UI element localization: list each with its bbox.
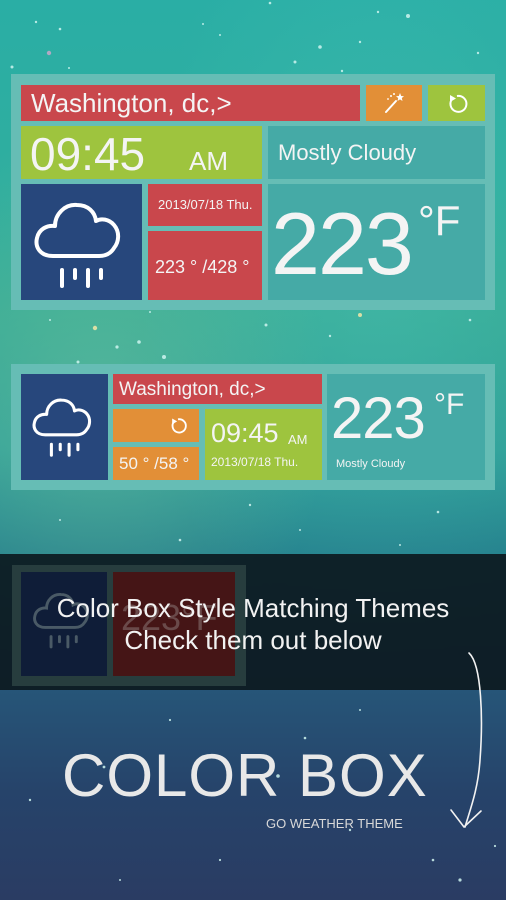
refresh-icon — [449, 94, 468, 113]
cloud-rain-icon — [32, 398, 92, 457]
time-tile[interactable]: 09:45 AM — [21, 126, 262, 179]
time-value: 09:45 — [30, 128, 146, 179]
condition-label: Mostly Cloudy — [278, 140, 417, 165]
refresh-button[interactable] — [428, 85, 485, 121]
time-ampm: AM — [189, 146, 228, 176]
small-weather-icon-tile[interactable] — [21, 374, 108, 480]
theme-button[interactable] — [366, 85, 422, 121]
temperature-unit: °F — [418, 197, 461, 244]
small-date-label: 2013/07/18 Thu. — [211, 455, 299, 469]
low-high-tile: 223 ° /428 ° — [148, 231, 262, 300]
refresh-icon — [171, 418, 187, 434]
small-location-label: Washington, dc,> — [119, 379, 266, 400]
banner-line-1: Color Box Style Matching Themes — [56, 593, 450, 623]
low-high-label: 223 ° /428 ° — [155, 257, 250, 277]
footer-title: COLOR BOX — [62, 742, 428, 809]
condition-tile: Mostly Cloudy — [268, 126, 485, 179]
small-temperature-tile: 223 °F Mostly Cloudy — [327, 374, 485, 480]
footer-subtitle: GO WEATHER THEME — [266, 816, 403, 831]
date-tile: 2013/07/18 Thu. — [148, 184, 262, 226]
small-refresh-button[interactable] — [113, 409, 199, 442]
small-low-high-label: 50 ° /58 ° — [119, 454, 190, 473]
small-time-ampm: AM — [288, 432, 308, 447]
weather-icon-tile[interactable] — [21, 184, 142, 300]
small-time-tile[interactable]: 09:45 AM 2013/07/18 Thu. — [205, 409, 322, 480]
temperature-value: 223 — [271, 194, 414, 293]
temperature-tile: 223 °F — [268, 184, 485, 300]
magic-wand-icon — [385, 93, 404, 113]
date-label: 2013/07/18 Thu. — [158, 197, 253, 212]
cloud-rain-icon — [34, 202, 121, 288]
ghost-temperature-tile: 223°F — [113, 572, 235, 676]
banner-line-2: Check them out below — [124, 625, 382, 655]
small-location-tile[interactable]: Washington, dc,> — [113, 374, 322, 404]
small-low-high-tile: 50 ° /58 ° — [113, 447, 199, 480]
small-temperature-value: 223 — [331, 386, 426, 451]
arrow-down-icon — [450, 652, 483, 828]
small-temperature-unit: °F — [434, 388, 465, 421]
location-label: Washington, dc,> — [31, 88, 232, 118]
ghost-weather-icon-tile — [21, 572, 107, 676]
small-time-value: 09:45 — [211, 418, 279, 448]
small-condition-label: Mostly Cloudy — [336, 458, 406, 470]
location-tile[interactable]: Washington, dc,> — [21, 85, 360, 121]
